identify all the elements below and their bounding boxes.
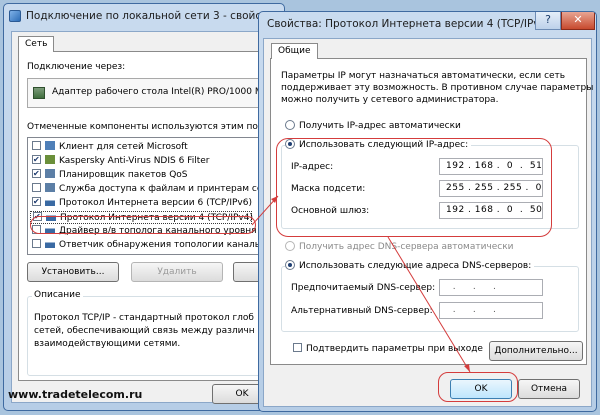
subnet-mask-label: Маска подсети:	[291, 184, 366, 194]
service-icon	[45, 183, 55, 192]
service-icon	[45, 169, 55, 178]
tab-network[interactable]: Сеть	[18, 36, 55, 52]
dns-auto-option[interactable]: Получить адрес DNS-сервера автоматически	[285, 241, 514, 252]
component-checkbox[interactable]	[32, 239, 41, 248]
ip-manual-option[interactable]: Использовать следующий IP-адрес:	[285, 139, 472, 150]
ip-auto-label: Получить IP-адрес автоматически	[299, 121, 461, 131]
component-item[interactable]: Клиент для сетей Microsoft	[32, 141, 188, 154]
install-button[interactable]: Установить...	[27, 262, 119, 282]
component-checkbox[interactable]	[32, 197, 41, 206]
component-label: Планировщик пакетов QoS	[59, 170, 188, 180]
component-item[interactable]: Ответчик обнаружения топологии канальн	[32, 239, 266, 252]
lan-properties-panel: Сеть Подключение через: Адаптер рабочего…	[11, 31, 284, 404]
component-label: Протокол Интернета версии 4 (TCP/IPv4)	[60, 213, 253, 223]
component-item[interactable]: Драйвер в/в тополога канального уровня	[32, 225, 257, 238]
component-label: Служба доступа к файлам и принтерам сет	[59, 184, 268, 194]
adapter-field: Адаптер рабочего стола Intel(R) PRO/1000…	[27, 78, 284, 108]
network-tab-page: Подключение через: Адаптер рабочего стол…	[18, 51, 284, 381]
close-button[interactable]: ✕	[561, 12, 595, 30]
ipv4-panel: Общие Параметры IP могут назначаться авт…	[263, 38, 596, 407]
description-line-3: взаимодействующими сетями.	[34, 339, 181, 349]
help-button[interactable]: ?	[535, 12, 561, 30]
description-title: Описание	[32, 290, 83, 300]
adapter-name: Адаптер рабочего стола Intel(R) PRO/1000…	[52, 87, 263, 97]
lan-properties-titlebar[interactable]: Подключение по локальной сети 3 - свойст…	[4, 4, 284, 30]
filter-icon	[45, 155, 55, 164]
component-checkbox[interactable]	[32, 141, 41, 150]
component-label: Драйвер в/в тополога канального уровня	[59, 226, 257, 236]
validate-checkbox[interactable]	[293, 343, 302, 352]
gateway-label: Основной шлюз:	[291, 206, 370, 216]
ipv4-cancel-button[interactable]: Отмена	[518, 379, 580, 399]
dns-alternate-input[interactable]: . . .	[439, 302, 543, 319]
component-item-selected[interactable]: Протокол Интернета версии 4 (TCP/IPv4)	[30, 211, 253, 224]
connect-via-label: Подключение через:	[27, 62, 126, 72]
validate-option[interactable]: Подтвердить параметры при выходе	[293, 343, 483, 354]
tab-general[interactable]: Общие	[271, 43, 318, 59]
component-item[interactable]: Kaspersky Anti-Virus NDIS 6 Filter	[32, 155, 209, 168]
ip-address-input[interactable]: 192 . 168 . 0 . 51	[439, 158, 543, 175]
intro-line-3: можно получить у сетевого администратора…	[281, 95, 499, 105]
description-line-1: Протокол TCP/IP - стандартный протокол г…	[34, 313, 254, 323]
ip-manual-label: Использовать следующий IP-адрес:	[299, 140, 469, 150]
description-line-2: сетей, обеспечивающий связь между различ…	[34, 326, 255, 336]
protocol-icon	[45, 225, 55, 234]
dns-auto-label: Получить адрес DNS-сервера автоматически	[299, 242, 514, 252]
ipv4-titlebar[interactable]: Свойства: Протокол Интернета версии 4 (T…	[259, 12, 596, 38]
protocol-icon	[46, 212, 56, 221]
intro-line-1: Параметры IP могут назначаться автоматич…	[281, 71, 566, 81]
ipv4-title: Свойства: Протокол Интернета версии 4 (T…	[267, 18, 551, 30]
component-item[interactable]: Протокол Интернета версии 6 (TCP/IPv6)	[32, 197, 252, 210]
dns-auto-radio[interactable]	[285, 241, 295, 251]
ipv4-ok-button[interactable]: OK	[450, 379, 512, 399]
dns-manual-option[interactable]: Использовать следующие адреса DNS-сервер…	[285, 260, 535, 271]
close-icon: ✕	[573, 13, 583, 26]
component-item[interactable]: Служба доступа к файлам и принтерам сет	[32, 183, 268, 196]
component-label: Ответчик обнаружения топологии канальн	[59, 240, 266, 250]
advanced-button[interactable]: Дополнительно...	[489, 341, 583, 361]
description-group: Описание Протокол TCP/IP - стандартный п…	[27, 290, 284, 376]
component-checkbox[interactable]	[32, 155, 41, 164]
gateway-input[interactable]: 192 . 168 . 0 . 50	[439, 202, 543, 219]
subnet-mask-input[interactable]: 255 . 255 . 255 . 0	[439, 180, 543, 197]
ip-auto-radio[interactable]	[285, 120, 295, 130]
component-checkbox[interactable]	[33, 212, 42, 221]
validate-label: Подтвердить параметры при выходе	[306, 344, 483, 354]
dns-manual-radio[interactable]	[285, 260, 295, 270]
dns-preferred-input[interactable]: . . .	[439, 279, 543, 296]
components-list[interactable]: Клиент для сетей Microsoft Kaspersky Ant…	[27, 137, 284, 255]
components-label: Отмеченные компоненты используются этим …	[27, 122, 265, 132]
component-label: Kaspersky Anti-Virus NDIS 6 Filter	[59, 156, 210, 166]
component-checkbox[interactable]	[32, 183, 41, 192]
dns-alternate-label: Альтернативный DNS-сервер:	[291, 306, 433, 316]
dns-manual-group	[281, 266, 579, 332]
component-item[interactable]: Планировщик пакетов QoS	[32, 169, 188, 182]
component-checkbox[interactable]	[32, 169, 41, 178]
ip-address-label: IP-адрес:	[291, 162, 334, 172]
ipv4-properties-window: Свойства: Протокол Интернета версии 4 (T…	[258, 11, 597, 412]
network-connection-icon	[9, 10, 21, 22]
watermark-text: www.tradetelecom.ru	[8, 388, 143, 401]
protocol-icon	[45, 197, 55, 206]
lan-properties-window: Подключение по локальной сети 3 - свойст…	[3, 3, 285, 411]
component-checkbox[interactable]	[32, 225, 41, 234]
remove-button[interactable]: Удалить	[131, 262, 223, 282]
protocol-icon	[45, 239, 55, 248]
dns-manual-label: Использовать следующие адреса DNS-сервер…	[299, 261, 532, 271]
component-label: Клиент для сетей Microsoft	[59, 142, 188, 152]
intro-line-2: поддерживает эту возможность. В противно…	[281, 83, 597, 93]
component-label: Протокол Интернета версии 6 (TCP/IPv6)	[59, 198, 252, 208]
ip-auto-option[interactable]: Получить IP-адрес автоматически	[285, 120, 461, 131]
client-icon	[45, 141, 55, 150]
help-icon: ?	[545, 13, 551, 26]
lan-properties-title: Подключение по локальной сети 3 - свойст…	[26, 10, 280, 22]
general-tab-page: Параметры IP могут назначаться автоматич…	[270, 58, 596, 365]
dns-preferred-label: Предпочитаемый DNS-сервер:	[291, 283, 436, 293]
network-adapter-icon	[33, 87, 45, 99]
ip-manual-radio[interactable]	[285, 139, 295, 149]
